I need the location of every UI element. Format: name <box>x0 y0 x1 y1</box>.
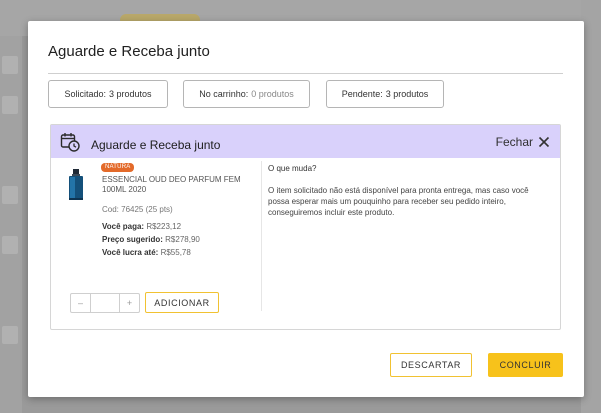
price-profit-row: Você lucra até: R$55,78 <box>102 248 191 257</box>
wait-and-receive-modal: Aguarde e Receba junto Solicitado: 3 pro… <box>28 21 584 397</box>
price-profit-label: Você lucra até: <box>102 248 159 257</box>
quantity-stepper[interactable]: – + <box>70 293 140 313</box>
price-paid-label: Você paga: <box>102 222 145 231</box>
price-profit-value: R$55,78 <box>160 248 191 257</box>
card-divider <box>261 161 262 311</box>
title-divider <box>48 73 563 74</box>
close-button[interactable]: Fechar <box>496 135 550 149</box>
background-sidebar-item <box>2 96 18 114</box>
modal-title: Aguarde e Receba junto <box>48 43 210 60</box>
brand-badge: NATURA <box>101 163 135 172</box>
price-suggested-value: R$278,90 <box>165 235 200 244</box>
price-paid-row: Você paga: R$223,12 <box>102 222 181 231</box>
price-paid-value: R$223,12 <box>146 222 182 231</box>
product-name: ESSENCIAL OUD DEO PARFUM FEM 100ML 2020 <box>102 175 241 194</box>
close-icon[interactable] <box>538 136 550 148</box>
conclude-button[interactable]: CONCLUIR <box>488 353 563 377</box>
background-sidebar <box>0 36 22 413</box>
chip-in-cart-value: 0 produtos <box>251 89 294 99</box>
product-code: Cod: 76425 (25 pts) <box>102 205 173 214</box>
background-sidebar-item <box>2 326 18 344</box>
chip-requested-label: Solicitado: <box>64 89 106 99</box>
chip-in-cart: No carrinho: 0 produtos <box>183 80 310 108</box>
chip-requested: Solicitado: 3 produtos <box>48 80 168 108</box>
info-answer: O item solicitado não está disponível pa… <box>268 186 529 217</box>
chip-pending-label: Pendente: <box>341 89 383 99</box>
background-sidebar-item <box>2 236 18 254</box>
chip-requested-value: 3 produtos <box>109 89 152 99</box>
info-question: O que muda? <box>268 164 317 173</box>
background-right-panel <box>581 0 601 413</box>
card-title: Aguarde e Receba junto <box>91 138 221 152</box>
increment-button[interactable]: + <box>120 294 139 312</box>
product-image <box>57 167 95 203</box>
chip-pending-value: 3 produtos <box>385 89 429 99</box>
background-sidebar-item <box>2 56 18 74</box>
discard-button[interactable]: DESCARTAR <box>390 353 472 377</box>
chip-pending: Pendente: 3 produtos <box>326 80 444 108</box>
calendar-clock-icon <box>60 133 80 152</box>
close-label: Fechar <box>495 135 533 149</box>
background-sidebar-item <box>2 186 18 204</box>
price-suggested-label: Preço sugerido: <box>102 235 163 244</box>
product-card: Aguarde e Receba junto Fechar NATURA ESS… <box>50 124 561 330</box>
decrement-button[interactable]: – <box>71 294 90 312</box>
chip-in-cart-label: No carrinho: <box>199 89 249 99</box>
price-suggested-row: Preço sugerido: R$278,90 <box>102 235 200 244</box>
quantity-input[interactable] <box>90 294 120 312</box>
add-button[interactable]: ADICIONAR <box>145 292 219 313</box>
card-header: Aguarde e Receba junto Fechar <box>51 125 560 158</box>
